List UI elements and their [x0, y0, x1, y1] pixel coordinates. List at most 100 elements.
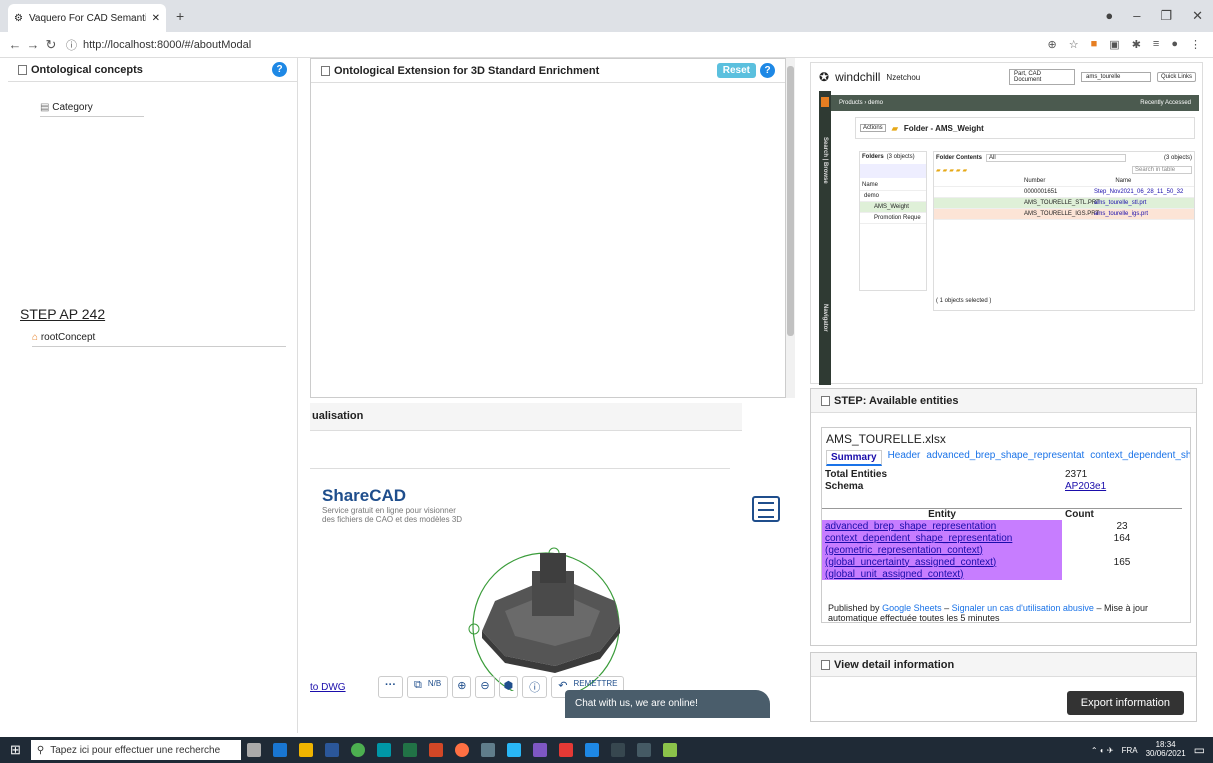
view-select[interactable]: All	[986, 154, 1126, 162]
root-concept-node[interactable]: ⌂ rootConcept	[32, 332, 286, 347]
url-input[interactable]: http://localhost:8000/#/aboutModal	[83, 39, 251, 51]
tray-icons[interactable]: ⌃ ◐ ✈	[1091, 746, 1114, 755]
table-row[interactable]: AMS_TOURELLE_STL.PRT ams_tourelle_stl.prt	[934, 198, 1194, 209]
to-dwg-link[interactable]: to DWG	[310, 682, 346, 693]
table-row[interactable]: AMS_TOURELLE_IGS.PRT ams_tourelle_igs.prt	[934, 209, 1194, 220]
schema-link[interactable]: AP203e1	[1062, 480, 1182, 492]
more-button[interactable]: ···	[378, 676, 403, 698]
table-row[interactable]: (geometric_representation_context)	[822, 544, 1182, 556]
app-icon[interactable]	[376, 743, 391, 757]
recently-accessed[interactable]: Recently Accessed	[1140, 100, 1191, 106]
puzzle-icon[interactable]: ✱	[1132, 38, 1141, 51]
table-row[interactable]: (global_unit_assigned_context)	[822, 568, 1182, 580]
cube-icon[interactable]: ⬢	[498, 676, 519, 698]
app-icon[interactable]	[558, 743, 573, 757]
panel-header: Ontological Extension for 3D Standard En…	[311, 59, 785, 83]
help-icon[interactable]: ?	[272, 62, 287, 77]
app-icon[interactable]	[506, 743, 521, 757]
export-button[interactable]: Export information	[1066, 691, 1184, 715]
app-icon[interactable]	[662, 743, 677, 757]
app-icon[interactable]	[610, 743, 625, 757]
detail-panel: View detail information Export informati…	[810, 652, 1197, 722]
folder-contents-pane: Folder Contents All (3 objects) ▰▰▰▰▰ Se…	[933, 151, 1195, 311]
firefox-icon[interactable]	[454, 743, 469, 757]
app-icon[interactable]	[636, 743, 651, 757]
browser-tab[interactable]: ⚙ Vaquero For CAD Semantic Enric ✕	[8, 4, 166, 32]
new-tab-button[interactable]: +	[176, 8, 184, 24]
tab-context-dependent[interactable]: context_dependent_shape_rep	[1090, 450, 1190, 466]
tab-header[interactable]: Header	[888, 450, 921, 466]
restore-icon[interactable]: ❐	[1160, 8, 1172, 24]
extension2-icon[interactable]: ▣	[1109, 38, 1119, 51]
search-table-input[interactable]: Search in table	[1132, 166, 1192, 174]
report-link[interactable]: Signaler un cas d'utilisation abusive	[952, 603, 1094, 613]
side-nav-label[interactable]: Navigator	[822, 304, 828, 332]
tab-summary[interactable]: Summary	[826, 450, 882, 466]
category-node[interactable]: ▤ Category	[40, 102, 144, 117]
back-icon[interactable]: ←	[6, 37, 24, 52]
clock[interactable]: 18:34 30/06/2021	[1146, 740, 1186, 759]
zoom-in-button[interactable]: ⊕	[452, 676, 472, 698]
tab-close-icon[interactable]: ✕	[152, 13, 160, 24]
avatar[interactable]: ●	[1171, 38, 1178, 51]
table-row[interactable]: context_dependent_shape_representation 16…	[822, 532, 1182, 544]
chat-widget[interactable]: Chat with us, we are online!	[565, 690, 770, 718]
app-icon[interactable]	[272, 743, 287, 757]
cad-model-image[interactable]	[460, 541, 650, 691]
help-icon[interactable]: ?	[760, 63, 775, 78]
powerpoint-icon[interactable]	[428, 743, 443, 757]
chrome-icon[interactable]	[350, 743, 365, 757]
forward-icon[interactable]: →	[24, 37, 42, 52]
app-icon[interactable]	[480, 743, 495, 757]
table-row[interactable]: advanced_brep_shape_representation 23	[822, 520, 1182, 532]
reload-icon[interactable]: ↻	[42, 37, 60, 53]
taskbar-search-input[interactable]: Tapez ici pour effectuer une recherche	[50, 745, 220, 756]
table-row[interactable]: (global_uncertainty_assigned_context) 165	[822, 556, 1182, 568]
tree-item[interactable]: AMS_Weight	[860, 202, 926, 213]
step-title: STEP AP 242	[20, 306, 106, 322]
vscode-icon[interactable]	[584, 743, 599, 757]
folder-icon: ▤	[40, 102, 50, 113]
zoom-icon[interactable]: ⊕	[1048, 38, 1057, 51]
close-window-icon[interactable]: ✕	[1192, 8, 1203, 24]
playlist-icon[interactable]: ≡	[1153, 38, 1159, 51]
extension-icon[interactable]: ■	[1091, 38, 1098, 51]
app-icon[interactable]	[532, 743, 547, 757]
hamburger-menu-icon[interactable]	[752, 496, 780, 522]
explorer-icon[interactable]	[298, 743, 313, 757]
word-icon[interactable]	[324, 743, 339, 757]
menu-icon[interactable]: ⋮	[1190, 38, 1201, 51]
minimize-icon[interactable]: –	[1133, 8, 1140, 24]
language-indicator[interactable]: FRA	[1122, 746, 1138, 755]
google-sheets-link[interactable]: Google Sheets	[882, 603, 942, 613]
tab-title: Vaquero For CAD Semantic Enric	[28, 12, 146, 24]
star-icon[interactable]: ☆	[1069, 38, 1079, 51]
toolbar-icons[interactable]: ▰▰▰▰▰	[936, 167, 969, 174]
step-entities-panel: STEP: Available entities AMS_TOURELLE.xl…	[810, 388, 1197, 646]
folders-count: (3 objects)	[886, 154, 915, 160]
breadcrumb[interactable]: Products › demo	[839, 100, 883, 106]
side-search-label[interactable]: Search | Browse	[822, 137, 828, 184]
search-type-select[interactable]: Part, CAD Document	[1008, 69, 1075, 85]
zoom-out-button[interactable]: ⊖	[475, 676, 495, 698]
windchill-sidebar: Search | Browse Navigator	[819, 91, 831, 385]
actions-button[interactable]: Actions	[860, 124, 886, 132]
layers-button[interactable]: ⧉ N/B	[407, 676, 449, 698]
notification-icon[interactable]: ▭	[1194, 743, 1205, 757]
tree-item[interactable]: Promotion Reque	[860, 213, 926, 224]
panel-title: STEP: Available entities	[834, 394, 959, 407]
center-scrollbar[interactable]	[786, 58, 795, 398]
search-input[interactable]: ams_tourelle	[1080, 72, 1151, 82]
tab-advanced-brep[interactable]: advanced_brep_shape_representat	[926, 450, 1084, 466]
task-view-icon[interactable]	[246, 743, 261, 757]
tree-item[interactable]: demo	[860, 191, 926, 202]
count-header: Count	[1062, 507, 1182, 520]
profile-icon[interactable]: ●	[1105, 8, 1113, 24]
info-button[interactable]: ⓘ	[522, 676, 548, 698]
quick-links-button[interactable]: Quick Links	[1156, 72, 1196, 82]
taskbar-search[interactable]: ⚲ Tapez ici pour effectuer une recherche	[30, 740, 241, 760]
table-row[interactable]: 0000001651 Step_Nov2021_06_28_11_50_32	[934, 187, 1194, 198]
start-icon[interactable]: ⊞	[10, 742, 21, 758]
excel-icon[interactable]	[402, 743, 417, 757]
reset-button[interactable]: Reset	[716, 63, 756, 78]
